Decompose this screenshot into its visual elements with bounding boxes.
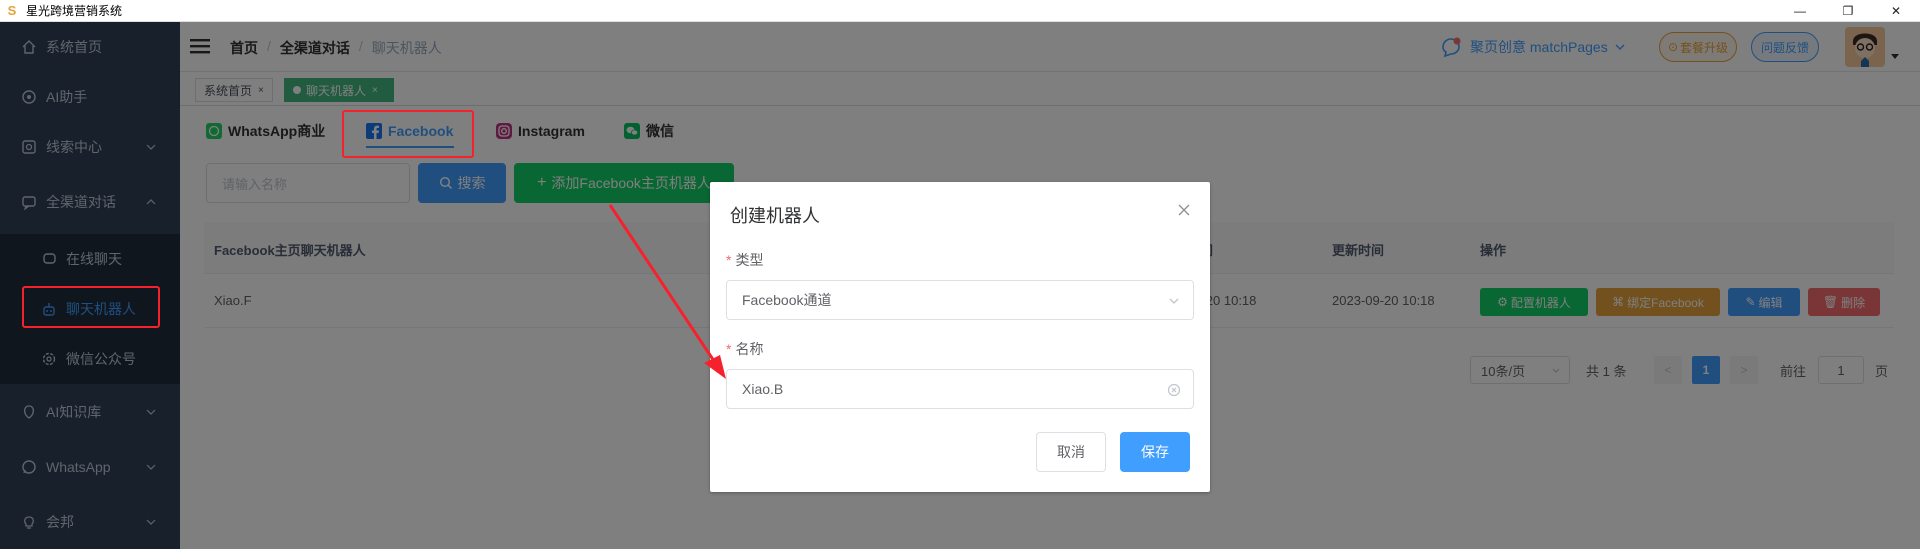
type-label-text: 类型 <box>735 252 764 268</box>
name-input-value: Xiao.B <box>742 381 784 397</box>
create-bot-dialog: 创建机器人 * 类型 Facebook通道 * 名称 Xiao.B 取消 保存 <box>710 182 1210 492</box>
dialog-title: 创建机器人 <box>730 206 820 226</box>
type-select[interactable]: Facebook通道 <box>726 280 1194 320</box>
save-button[interactable]: 保存 <box>1120 432 1190 472</box>
cancel-button[interactable]: 取消 <box>1036 432 1106 472</box>
chevron-down-icon <box>1169 298 1179 304</box>
type-select-value: Facebook通道 <box>742 292 832 308</box>
name-label-text: 名称 <box>735 341 764 357</box>
app-logo: S <box>7 3 17 18</box>
clear-icon[interactable] <box>1167 383 1181 397</box>
close-icon[interactable] <box>1176 202 1192 218</box>
highlight-box-facebook-tab <box>342 110 474 158</box>
window-title: 星光跨境营销系统 <box>26 4 123 18</box>
restore-button[interactable]: ❐ <box>1824 0 1872 22</box>
name-input[interactable]: Xiao.B <box>726 369 1194 409</box>
close-window-button[interactable]: ✕ <box>1872 0 1920 22</box>
highlight-box-chatbot-menu <box>22 286 160 328</box>
cancel-label: 取消 <box>1057 444 1085 460</box>
minimize-button[interactable]: — <box>1776 0 1824 22</box>
annotation-arrow <box>608 204 726 379</box>
window-titlebar: S 星光跨境营销系统 — ❐ ✕ <box>0 0 1920 22</box>
save-label: 保存 <box>1141 444 1169 460</box>
